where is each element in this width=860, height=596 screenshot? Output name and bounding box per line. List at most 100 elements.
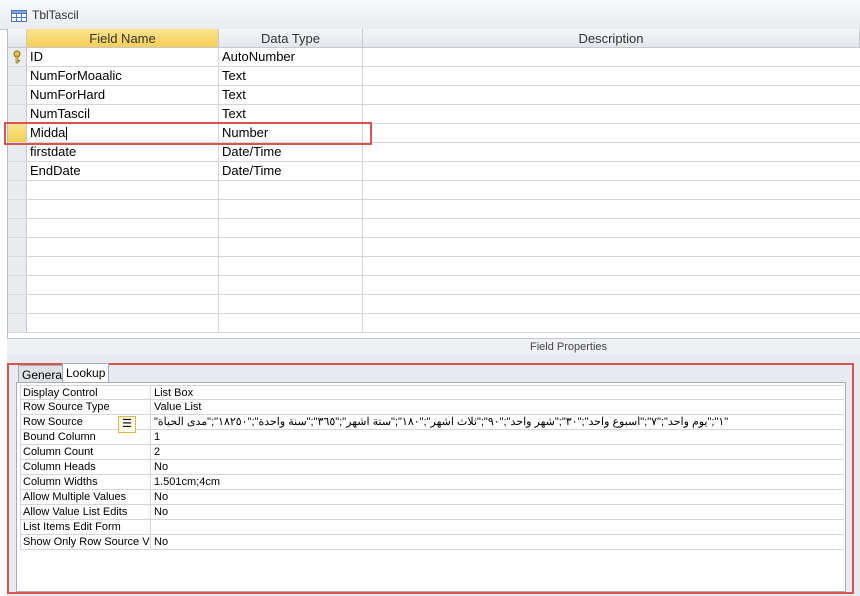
row-selector[interactable] <box>8 143 27 162</box>
data-type-cell[interactable] <box>219 276 363 295</box>
data-type-cell[interactable] <box>219 181 363 200</box>
row-selector[interactable] <box>8 48 27 67</box>
property-label: Column Heads <box>20 460 151 475</box>
description-cell[interactable] <box>363 295 860 314</box>
property-row: Display Control List Box <box>20 385 844 401</box>
description-cell[interactable] <box>363 124 860 143</box>
data-type-cell[interactable] <box>219 295 363 314</box>
field-name-cell[interactable] <box>27 238 219 257</box>
property-label: Show Only Row Source V <box>20 535 151 550</box>
data-type-cell[interactable] <box>219 200 363 219</box>
property-label: List Items Edit Form <box>20 520 151 535</box>
property-value[interactable] <box>151 520 844 535</box>
field-name-cell[interactable] <box>27 257 219 276</box>
field-name-cell[interactable]: NumForHard <box>27 86 219 105</box>
property-row: Row Source Type Value List <box>20 400 844 415</box>
row-selector[interactable] <box>8 67 27 86</box>
row-selector[interactable] <box>8 238 27 257</box>
row-source-text: "١";"يوم واحد";"٧";"اسبوع واحد";"٣٠";"شه… <box>154 416 729 428</box>
property-row: Bound Column 1 <box>20 430 844 445</box>
property-row: Column Count 2 <box>20 445 844 460</box>
property-label: Bound Column <box>20 430 151 445</box>
primary-key-icon <box>13 50 21 64</box>
description-cell[interactable] <box>363 257 860 276</box>
row-selector[interactable] <box>8 200 27 219</box>
table-icon <box>11 10 27 22</box>
row-selector[interactable] <box>8 86 27 105</box>
row-selector[interactable] <box>8 276 27 295</box>
property-value[interactable]: No <box>151 535 844 550</box>
field-name-cell[interactable]: NumForMoaalic <box>27 67 219 86</box>
field-name-cell[interactable]: EndDate <box>27 162 219 181</box>
property-label: Row Source Type <box>20 400 151 415</box>
description-cell[interactable] <box>363 67 860 86</box>
property-label: Display Control <box>20 386 151 401</box>
property-row: Allow Value List Edits No <box>20 505 844 520</box>
property-label: Column Count <box>20 445 151 460</box>
header-description[interactable]: Description <box>363 29 860 48</box>
field-name-cell[interactable] <box>27 181 219 200</box>
description-cell[interactable] <box>363 238 860 257</box>
property-label: Allow Value List Edits <box>20 505 151 520</box>
description-cell[interactable] <box>363 276 860 295</box>
field-name-cell[interactable]: ID <box>27 48 219 67</box>
description-cell[interactable] <box>363 143 860 162</box>
row-selector[interactable] <box>8 314 27 333</box>
description-cell[interactable] <box>363 48 860 67</box>
field-name-cell[interactable] <box>27 314 219 333</box>
table-title: TblTascil <box>32 8 79 22</box>
data-type-cell[interactable]: Text <box>219 86 363 105</box>
description-cell[interactable] <box>363 219 860 238</box>
property-value[interactable]: No <box>151 505 844 520</box>
row-selector[interactable] <box>8 181 27 200</box>
description-cell[interactable] <box>363 162 860 181</box>
row-selector[interactable] <box>8 162 27 181</box>
field-properties-label: Field Properties <box>7 338 860 354</box>
property-value[interactable]: 2 <box>151 445 844 460</box>
select-all-corner[interactable] <box>8 29 27 48</box>
property-value[interactable]: No <box>151 490 844 505</box>
field-name-cell[interactable]: firstdate <box>27 143 219 162</box>
header-field-name[interactable]: Field Name <box>27 29 219 48</box>
property-row: List Items Edit Form <box>20 520 844 535</box>
field-name-cell[interactable] <box>27 295 219 314</box>
property-value[interactable]: List Box <box>151 386 844 401</box>
data-type-cell[interactable]: Date/Time <box>219 162 363 181</box>
property-value[interactable]: Value List <box>151 400 844 415</box>
data-type-cell[interactable]: Date/Time <box>219 143 363 162</box>
property-row: Column Heads No <box>20 460 844 475</box>
property-row: Column Widths 1.501cm;4cm <box>20 475 844 490</box>
field-name-cell[interactable] <box>27 200 219 219</box>
property-value[interactable]: No <box>151 460 844 475</box>
row-selector[interactable] <box>8 295 27 314</box>
builder-icon: ☰ <box>122 418 132 430</box>
data-type-cell[interactable] <box>219 257 363 276</box>
highlight-box-midda-row <box>4 122 372 145</box>
table-title-bar: TblTascil <box>0 0 860 30</box>
description-cell[interactable] <box>363 86 860 105</box>
property-row: Row Source "١";"يوم واحد";"٧";"اسبوع واح… <box>20 415 844 430</box>
data-type-cell[interactable] <box>219 219 363 238</box>
property-row: Show Only Row Source V No <box>20 535 844 550</box>
property-row: Allow Multiple Values No <box>20 490 844 505</box>
tab-lookup[interactable]: Lookup <box>62 363 110 383</box>
row-source-value[interactable]: "١";"يوم واحد";"٧";"اسبوع واحد";"٣٠";"شه… <box>151 415 844 430</box>
row-selector[interactable] <box>8 219 27 238</box>
data-type-cell[interactable]: AutoNumber <box>219 48 363 67</box>
data-type-cell[interactable]: Text <box>219 67 363 86</box>
row-selector[interactable] <box>8 257 27 276</box>
field-name-cell[interactable] <box>27 276 219 295</box>
property-value[interactable]: 1.501cm;4cm <box>151 475 844 490</box>
field-name-cell[interactable] <box>27 219 219 238</box>
description-cell[interactable] <box>363 200 860 219</box>
property-label: Allow Multiple Values <box>20 490 151 505</box>
description-cell[interactable] <box>363 105 860 124</box>
data-type-cell[interactable] <box>219 314 363 333</box>
description-cell[interactable] <box>363 314 860 333</box>
field-design-grid: Field Name Data Type Description ID Auto… <box>7 29 860 338</box>
header-data-type[interactable]: Data Type <box>219 29 363 48</box>
data-type-cell[interactable] <box>219 238 363 257</box>
property-value[interactable]: 1 <box>151 430 844 445</box>
property-label: Column Widths <box>20 475 151 490</box>
description-cell[interactable] <box>363 181 860 200</box>
